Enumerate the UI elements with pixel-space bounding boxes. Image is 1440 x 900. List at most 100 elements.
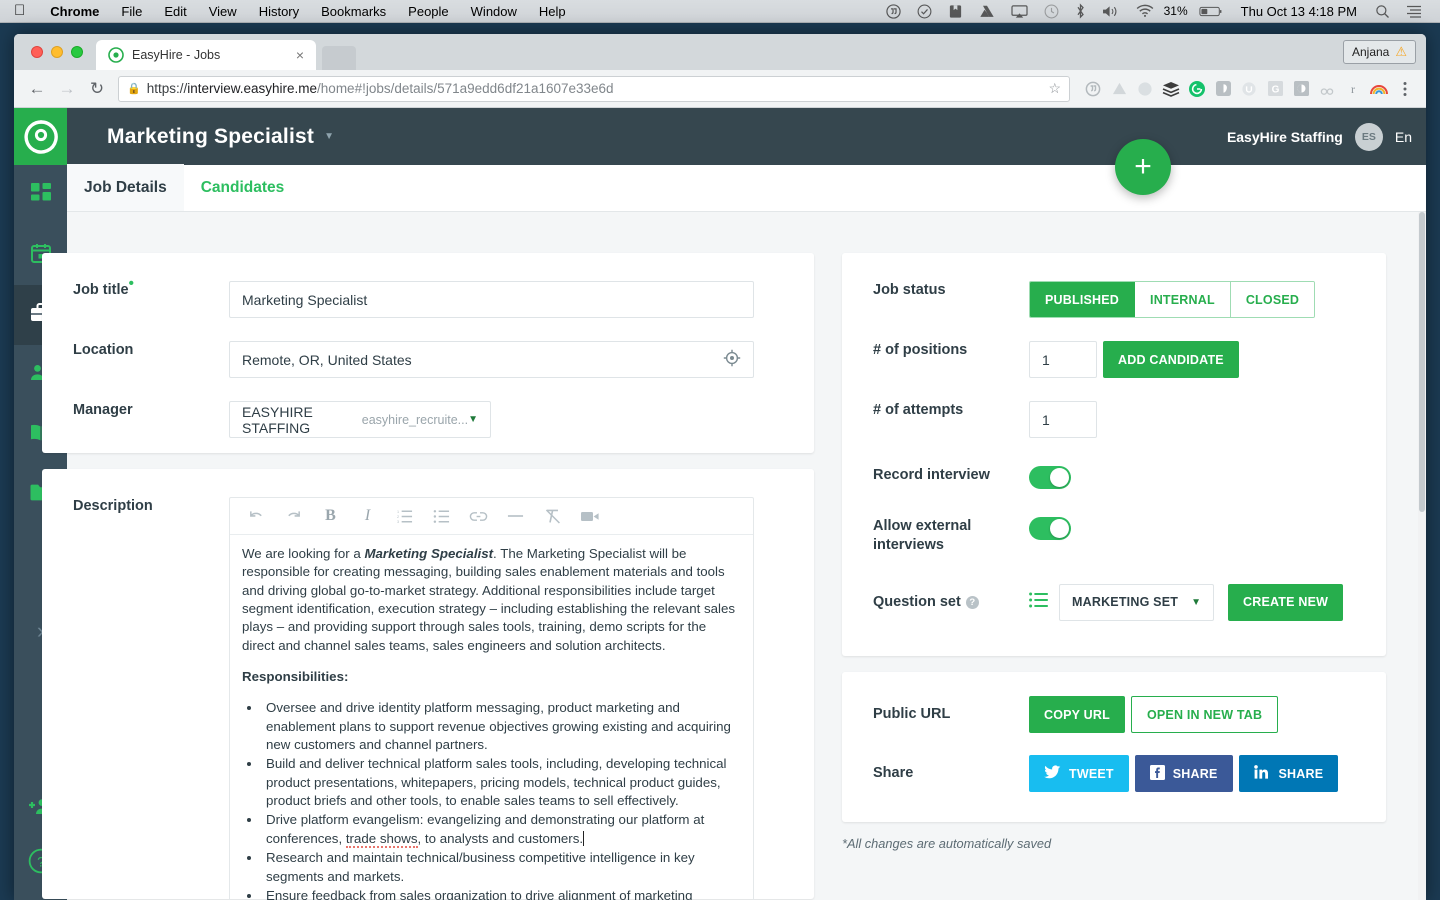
- tab-close-button[interactable]: ×: [292, 47, 308, 63]
- pocket-ext-icon[interactable]: [1210, 76, 1236, 102]
- g-ext-icon[interactable]: G: [1262, 76, 1288, 102]
- app-tabs: Job Details Candidates: [67, 164, 1426, 212]
- avatar[interactable]: ES: [1354, 122, 1383, 151]
- chrome-profile-button[interactable]: Anjana ⚠: [1342, 40, 1416, 64]
- video-camera-icon[interactable]: [571, 498, 608, 535]
- apple-logo-icon[interactable]: : [0, 3, 39, 18]
- menu-edit[interactable]: Edit: [153, 4, 197, 19]
- list-item: Oversee and drive identity platform mess…: [262, 699, 741, 754]
- menu-window[interactable]: Window: [460, 4, 528, 19]
- manager-select[interactable]: EASYHIRE STAFFING easyhire_recruite... ▼: [229, 401, 491, 438]
- tab-candidates[interactable]: Candidates: [184, 164, 302, 211]
- location-input[interactable]: Remote, OR, United States: [229, 341, 754, 378]
- scrollbar-thumb[interactable]: [1419, 212, 1425, 512]
- dark-ext-icon[interactable]: [1288, 76, 1314, 102]
- allow-external-toggle[interactable]: [1029, 517, 1071, 540]
- time-machine-icon[interactable]: [1036, 4, 1067, 19]
- u-ext-icon[interactable]: [1236, 76, 1262, 102]
- chrome-menu-icon[interactable]: [1392, 76, 1418, 102]
- help-icon[interactable]: ?: [965, 596, 979, 610]
- easyhire-logo-icon[interactable]: [14, 108, 67, 165]
- copy-url-button[interactable]: COPY URL: [1029, 696, 1125, 733]
- infinity-ext-icon[interactable]: [1314, 76, 1340, 102]
- dropbox-icon[interactable]: [878, 3, 909, 19]
- menu-bookmarks[interactable]: Bookmarks: [310, 4, 397, 19]
- linkedin-share-button[interactable]: SHARE: [1238, 755, 1339, 792]
- create-new-question-set-button[interactable]: CREATE NEW: [1228, 583, 1344, 621]
- circle-ext-icon[interactable]: [1132, 76, 1158, 102]
- add-new-button[interactable]: +: [1115, 139, 1171, 195]
- notification-center-icon[interactable]: [1398, 5, 1430, 18]
- job-basic-info-card: Job title• Marketing Specialist Location…: [42, 253, 814, 453]
- chevron-down-icon[interactable]: ▼: [324, 131, 334, 142]
- browser-tab[interactable]: EasyHire - Jobs ×: [96, 40, 316, 70]
- wifi-icon[interactable]: [1128, 4, 1162, 18]
- bold-icon[interactable]: B: [312, 498, 349, 535]
- drive-ext-icon[interactable]: [1106, 76, 1132, 102]
- close-window-button[interactable]: [31, 46, 43, 58]
- bookmark-star-icon[interactable]: ☆: [1048, 80, 1061, 97]
- minimize-window-button[interactable]: [51, 46, 63, 58]
- checkmark-circle-icon[interactable]: [909, 4, 940, 19]
- menu-people[interactable]: People: [397, 4, 459, 19]
- open-in-new-tab-button[interactable]: OPEN IN NEW TAB: [1130, 696, 1279, 733]
- sidebar-item-dashboard[interactable]: [14, 165, 67, 225]
- menu-file[interactable]: File: [110, 4, 153, 19]
- tab-job-details[interactable]: Job Details: [67, 164, 184, 211]
- rainbow-ext-icon[interactable]: [1366, 76, 1392, 102]
- attempts-input[interactable]: 1: [1029, 401, 1097, 438]
- status-option-internal[interactable]: INTERNAL: [1135, 282, 1231, 317]
- layers-ext-icon[interactable]: [1158, 76, 1184, 102]
- menu-history[interactable]: History: [248, 4, 310, 19]
- page-title: Marketing Specialist: [107, 124, 315, 148]
- maximize-window-button[interactable]: [71, 46, 83, 58]
- google-drive-icon[interactable]: [971, 4, 1003, 19]
- menubar-clock[interactable]: Thu Oct 13 4:18 PM: [1231, 4, 1367, 19]
- back-arrow-icon[interactable]: ←: [22, 79, 52, 99]
- forward-arrow-icon[interactable]: →: [52, 79, 82, 99]
- field-question-set: Question set? MARKETING SET ▼ CREATE NEW: [842, 583, 1386, 621]
- ordered-list-icon[interactable]: 12 3: [386, 498, 423, 535]
- language-switcher[interactable]: En: [1395, 129, 1412, 145]
- easyhire-app: › ? Marketing Specialist ▼ EasyHire Staf…: [14, 108, 1426, 900]
- link-icon[interactable]: [460, 498, 497, 535]
- page-scrollbar[interactable]: [1418, 212, 1426, 900]
- reload-icon[interactable]: ↻: [82, 79, 112, 99]
- volume-icon[interactable]: [1094, 4, 1128, 19]
- description-body[interactable]: We are looking for a Marketing Specialis…: [230, 535, 753, 900]
- dropbox-ext-icon[interactable]: [1080, 76, 1106, 102]
- menu-view[interactable]: View: [198, 4, 248, 19]
- job-title-input[interactable]: Marketing Specialist: [229, 281, 754, 318]
- manager-label: Manager: [73, 402, 133, 418]
- record-interview-toggle[interactable]: [1029, 466, 1071, 489]
- grammarly-ext-icon[interactable]: [1184, 76, 1210, 102]
- r-ext-icon[interactable]: r: [1340, 76, 1366, 102]
- positions-input[interactable]: 1: [1029, 341, 1097, 378]
- battery-icon[interactable]: [1191, 5, 1231, 18]
- bullet-list-icon[interactable]: [423, 498, 460, 535]
- rich-text-editor: B I 12 3 We are looking for a Marketing S…: [229, 497, 754, 900]
- facebook-share-button[interactable]: SHARE: [1134, 755, 1233, 792]
- search-icon[interactable]: [1367, 4, 1398, 19]
- field-positions: # of positions 1 ADD CANDIDATE: [842, 341, 1386, 378]
- bluetooth-icon[interactable]: [1067, 3, 1094, 19]
- italic-icon[interactable]: I: [349, 498, 386, 535]
- url-input[interactable]: 🔒 https://interview.easyhire.me/home#!jo…: [118, 75, 1070, 102]
- undo-icon[interactable]: [238, 498, 275, 535]
- menu-chrome[interactable]: Chrome: [39, 4, 110, 19]
- crosshair-geolocate-icon[interactable]: [723, 349, 741, 370]
- clear-format-icon[interactable]: [534, 498, 571, 535]
- list-lines-icon[interactable]: [1029, 592, 1049, 613]
- evernote-icon[interactable]: [940, 4, 971, 19]
- question-set-select[interactable]: MARKETING SET ▼: [1059, 583, 1214, 621]
- add-candidate-button[interactable]: ADD CANDIDATE: [1103, 341, 1239, 378]
- share-label: Share: [873, 765, 914, 782]
- menu-help[interactable]: Help: [528, 4, 577, 19]
- tweet-button[interactable]: TWEET: [1029, 755, 1129, 792]
- airplay-icon[interactable]: [1003, 4, 1036, 19]
- horizontal-rule-icon[interactable]: [497, 498, 534, 535]
- status-option-closed[interactable]: CLOSED: [1230, 282, 1315, 317]
- new-tab-button[interactable]: [322, 46, 356, 70]
- redo-icon[interactable]: [275, 498, 312, 535]
- status-option-published[interactable]: PUBLISHED: [1030, 282, 1136, 317]
